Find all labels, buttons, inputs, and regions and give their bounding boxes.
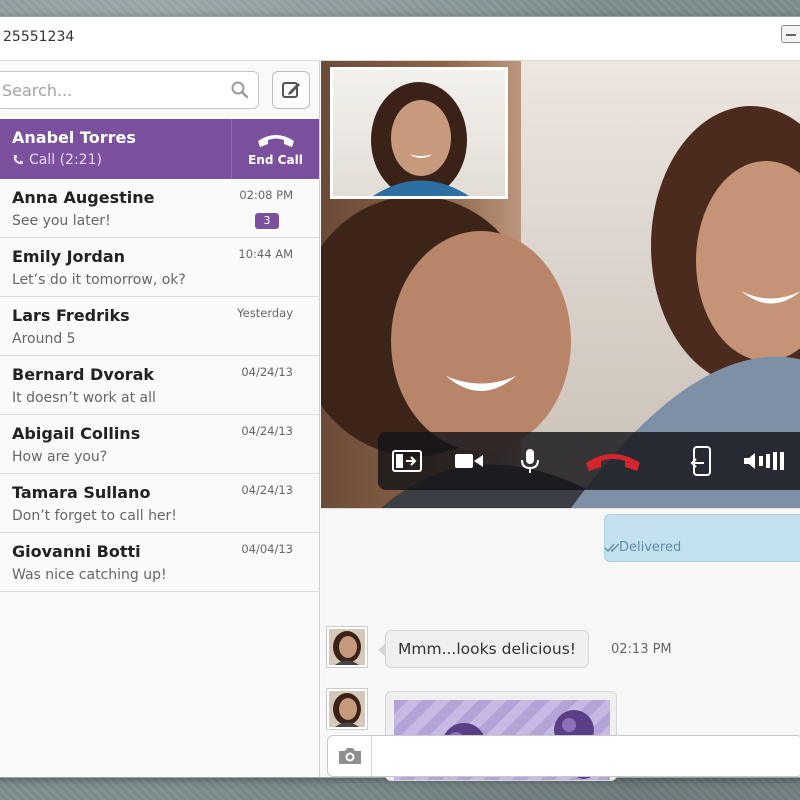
search-icon[interactable] [230,80,250,100]
contact-name: Giovanni Botti [12,542,141,561]
search-input[interactable] [2,72,222,108]
message-preview: See you later! [12,213,111,229]
title-bar: 25551234 [0,17,800,61]
message-preview: Was nice catching up! [12,567,167,583]
avatar-image [329,629,365,665]
self-video-image [371,82,469,196]
message-input[interactable] [380,736,790,776]
message-preview: Let’s do it tomorrow, ok? [12,272,186,288]
sidebar: Anabel Torres Call (2:21) End Call Anna … [0,61,320,777]
contact-item[interactable]: Tamara Sullano Don’t forget to call her!… [0,474,319,533]
contact-name: Tamara Sullano [12,483,151,502]
contact-name: Anabel Torres [12,128,136,147]
message-time: 04/24/13 [241,424,293,438]
message-preview: Don’t forget to call her! [12,508,177,524]
chat-area: Delivered Mmm...looks delicious! 02:13 P… [321,508,800,781]
call-controls-bar [378,432,800,490]
transfer-call-icon [690,446,711,476]
microphone-icon [521,449,539,473]
video-toggle-button[interactable] [452,446,486,476]
contact-name: Abigail Collins [12,424,141,443]
minimize-video-button[interactable] [390,446,424,476]
window-title: 25551234 [3,29,75,45]
end-call-icon [586,454,640,471]
message-time: Yesterday [237,306,293,320]
minimize-window-button[interactable] [781,25,800,43]
transfer-call-button[interactable] [686,446,720,476]
avatar[interactable] [327,689,367,729]
attach-photo-button[interactable] [328,736,372,776]
incoming-message-bubble: Mmm...looks delicious! [377,630,590,668]
hang-up-button[interactable] [583,446,643,476]
minimize-video-icon [392,450,422,472]
delivered-status: Delivered [619,540,682,555]
contact-item[interactable]: Emily Jordan Let’s do it tomorrow, ok? 1… [0,238,319,297]
message-preview: How are you? [12,449,108,465]
avatar[interactable] [327,627,367,667]
contact-item[interactable]: Giovanni Botti Was nice catching up! 04/… [0,533,319,592]
message-time: 04/24/13 [241,365,293,379]
self-video-preview[interactable] [330,67,508,199]
message-time: 10:44 AM [238,247,293,261]
contact-name: Lars Fredriks [12,306,130,325]
contact-item[interactable]: Lars Fredriks Around 5 Yesterday [0,297,319,356]
contact-item[interactable]: Abigail Collins How are you? 04/24/13 [0,415,319,474]
message-preview: It doesn’t work at all [12,390,156,406]
message-timestamp: 02:13 PM [611,642,672,657]
message-time: 04/04/13 [241,542,293,556]
video-camera-icon [455,454,483,468]
unread-badge: 3 [255,213,279,229]
conversation-pane: Delivered Mmm...looks delicious! 02:13 P… [321,61,800,781]
active-call-item[interactable]: Anabel Torres Call (2:21) End Call [0,119,319,179]
outgoing-message-bubble: Delivered [604,514,800,562]
volume-icon [744,452,784,470]
contact-name: Emily Jordan [12,247,126,266]
end-call-label: End Call [248,153,303,167]
phone-icon [13,155,23,165]
message-time: 02:08 PM [239,188,293,202]
app-window: 25551234 Anabel Torres [0,16,800,781]
compose-icon [282,82,300,98]
call-duration: Call (2:21) [29,152,102,168]
contact-item[interactable]: Anna Augestine See you later! 02:08 PM 3 [0,179,319,238]
contact-name: Bernard Dvorak [12,365,155,384]
remote-video [321,61,800,508]
end-call-button[interactable]: End Call [231,119,319,179]
avatar-image [329,691,365,727]
contact-name: Anna Augestine [12,188,155,207]
message-time: 04/24/13 [241,483,293,497]
compose-button[interactable] [272,71,310,109]
volume-button[interactable] [740,446,790,476]
search-box [0,71,259,109]
message-preview: Around 5 [12,331,76,347]
camera-icon [338,748,361,764]
call-status: Call (2:21) [12,152,102,168]
hang-up-icon [257,135,294,147]
message-composer [327,735,800,777]
mute-button[interactable] [513,446,547,476]
contact-list: Anabel Torres Call (2:21) End Call Anna … [0,119,319,592]
contact-item[interactable]: Bernard Dvorak It doesn’t work at all 04… [0,356,319,415]
